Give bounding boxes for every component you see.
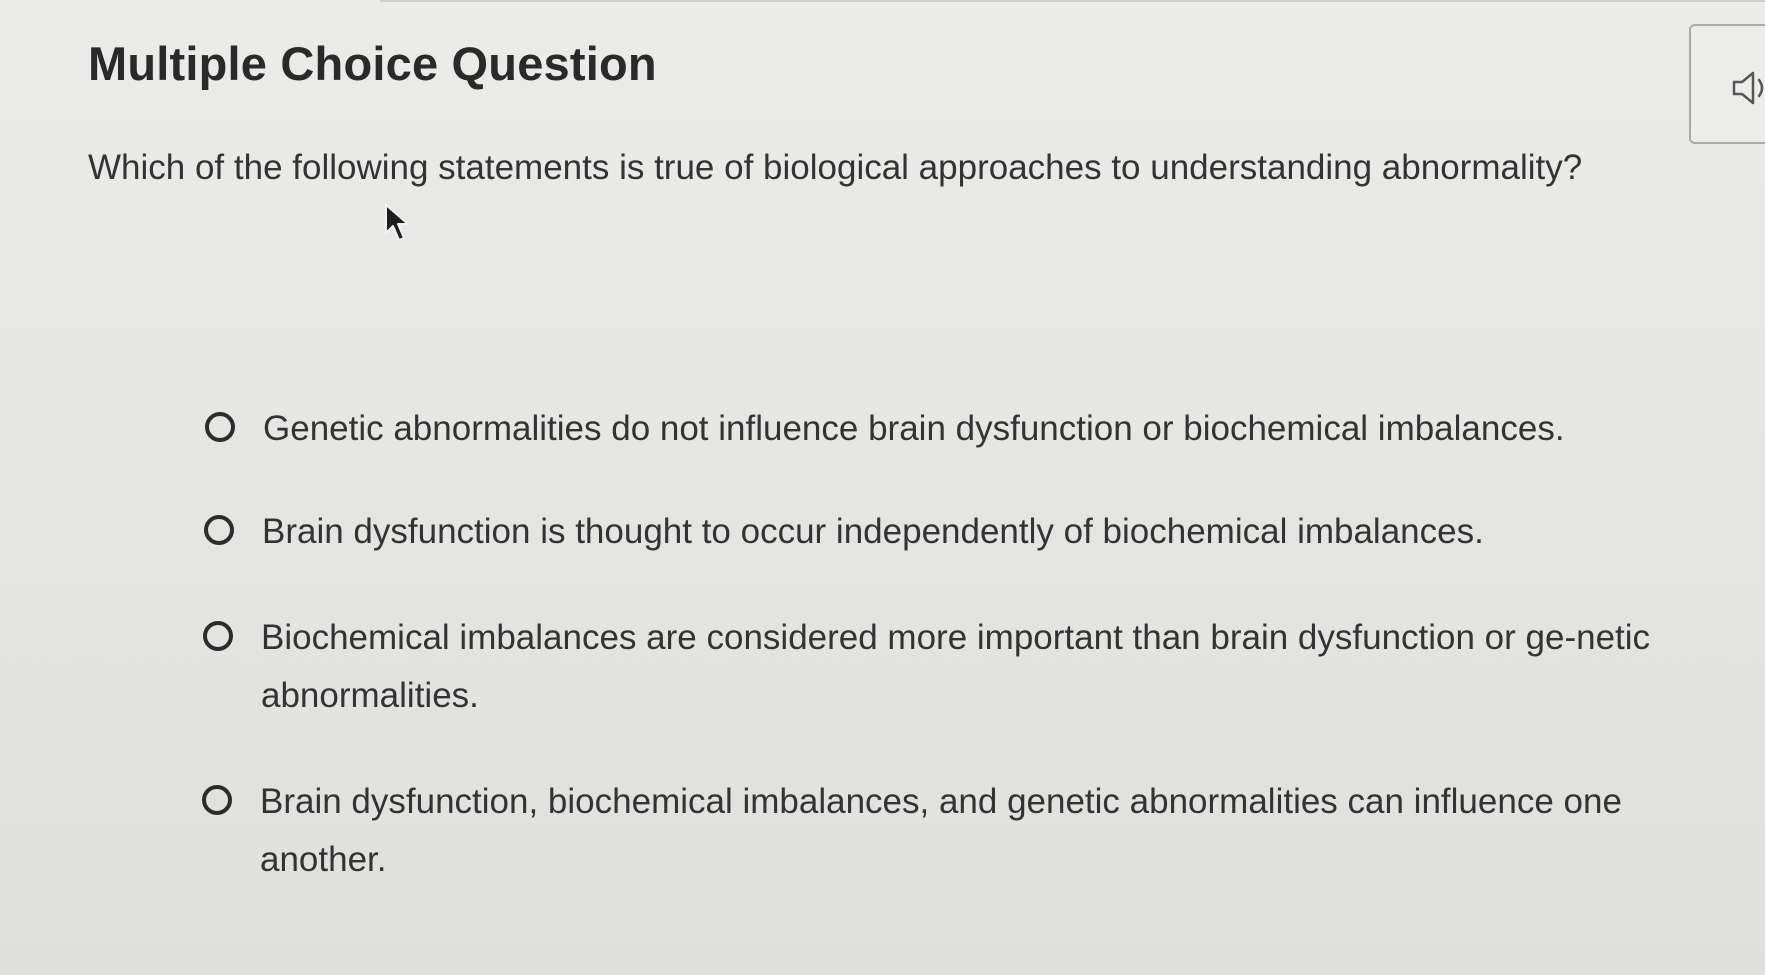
read-aloud-button[interactable]: [1689, 24, 1765, 144]
answer-option-d[interactable]: Brain dysfunction, biochemical imbalance…: [202, 773, 1722, 889]
answer-option-c-label: Biochemical imbalances are considered mo…: [261, 618, 1651, 715]
radio-button-b[interactable]: [204, 515, 234, 545]
top-divider: [380, 0, 1765, 2]
answer-option-b[interactable]: Brain dysfunction is thought to occur in…: [204, 503, 1484, 561]
speaker-icon: [1732, 71, 1764, 105]
answer-option-c[interactable]: Biochemical imbalances are considered mo…: [203, 609, 1723, 725]
radio-button-a[interactable]: [205, 412, 235, 442]
answer-option-b-label: Brain dysfunction is thought to occur in…: [262, 512, 1484, 551]
radio-button-d[interactable]: [202, 785, 232, 815]
mouse-pointer-icon: [385, 204, 409, 241]
answer-option-a[interactable]: Genetic abnormalities do not influence b…: [205, 400, 1565, 458]
answer-option-d-label: Brain dysfunction, biochemical imbalance…: [260, 782, 1622, 879]
page-title: Multiple Choice Question: [88, 37, 657, 90]
question-text: Which of the following statements is tru…: [88, 148, 1583, 187]
answer-option-a-label: Genetic abnormalities do not influence b…: [263, 409, 1565, 448]
radio-button-c[interactable]: [203, 621, 233, 651]
